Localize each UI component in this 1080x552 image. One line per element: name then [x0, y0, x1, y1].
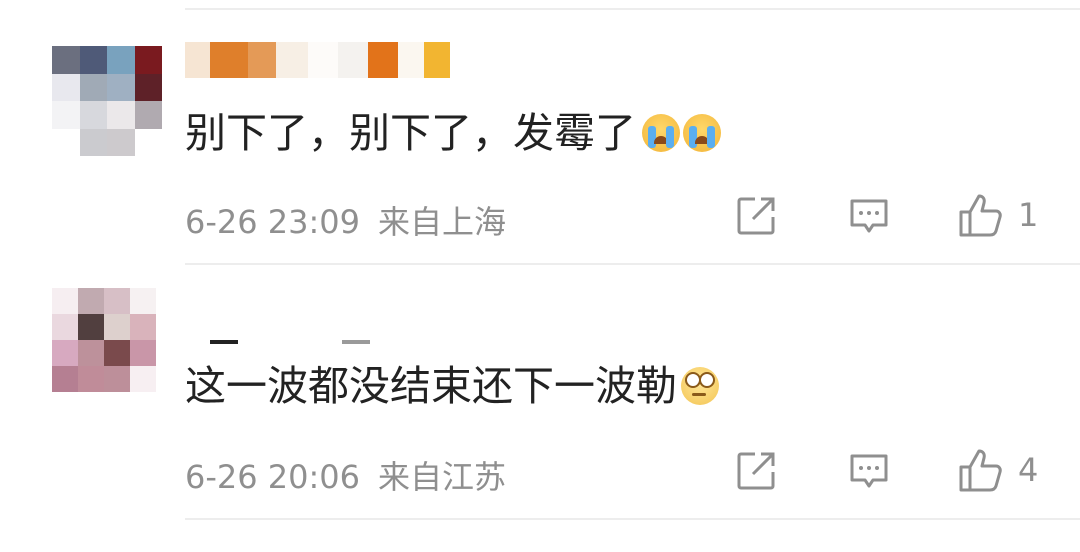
like-button[interactable]: 1 — [958, 192, 1038, 238]
avatar[interactable] — [52, 46, 162, 156]
like-count: 1 — [1018, 196, 1039, 234]
comment-text: 这一波都没结束还下一波勒 — [185, 361, 719, 411]
location: 来自上海 — [378, 203, 507, 241]
comment-icon — [850, 454, 888, 488]
comment-icon — [850, 199, 888, 233]
share-icon — [737, 197, 775, 235]
username-blurred[interactable] — [185, 42, 450, 78]
reply-button[interactable] — [848, 451, 890, 493]
comment-text: 别下了，别下了，发霉了 — [185, 108, 721, 158]
username-blurred[interactable] — [210, 340, 370, 344]
location: 来自江苏 — [378, 458, 507, 496]
comment-divider — [185, 263, 1080, 265]
cry-emoji — [683, 114, 721, 152]
top-divider — [185, 8, 1080, 10]
eye-roll-emoji — [681, 367, 719, 405]
avatar[interactable] — [52, 288, 156, 392]
share-button[interactable] — [735, 450, 777, 492]
thumbs-up-icon — [959, 194, 1002, 237]
comment-divider — [185, 518, 1080, 520]
share-icon — [737, 452, 775, 490]
share-button[interactable] — [735, 195, 777, 237]
timestamp: 6-26 23:09 — [185, 203, 361, 241]
cry-emoji — [642, 114, 680, 152]
reply-button[interactable] — [848, 196, 890, 238]
timestamp: 6-26 20:06 — [185, 458, 361, 496]
like-count: 4 — [1018, 451, 1039, 489]
comment-meta: 6-26 23:09 来自上海 — [185, 197, 506, 243]
comment-meta: 6-26 20:06 来自江苏 — [185, 452, 506, 498]
thumbs-up-icon — [959, 449, 1002, 492]
like-button[interactable]: 4 — [958, 447, 1038, 493]
